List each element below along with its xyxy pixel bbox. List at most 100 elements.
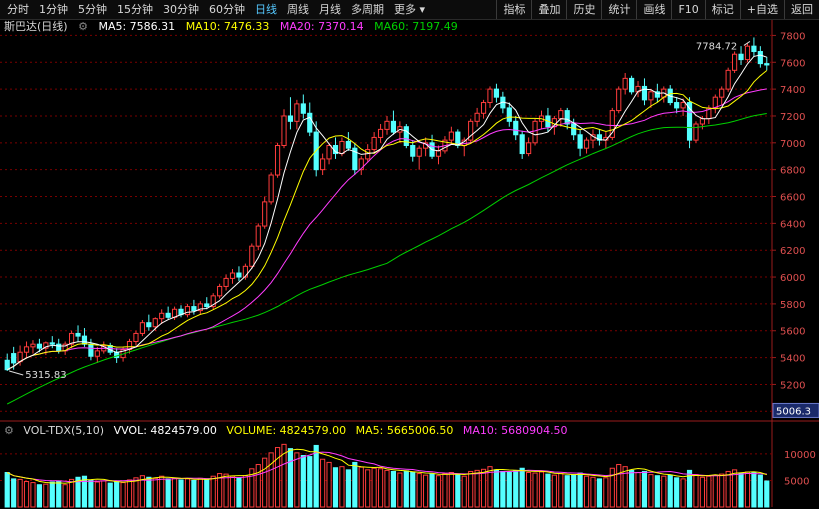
candle-body <box>262 201 268 227</box>
volume-bar <box>49 481 55 508</box>
volume-bar <box>114 481 120 508</box>
candle-body <box>719 88 725 98</box>
volume-bar <box>229 475 236 508</box>
high-marker-label: 7784.72 <box>696 41 737 52</box>
candle-body <box>712 96 718 109</box>
volume-bar <box>410 472 416 508</box>
candle-body <box>493 88 500 98</box>
settings-icon[interactable]: ⚙ <box>4 424 14 437</box>
candle-body <box>403 126 409 146</box>
volume-bar <box>455 474 461 508</box>
candle-body <box>519 134 525 155</box>
candle-body <box>371 136 377 151</box>
volume-bar <box>545 473 551 508</box>
candle-body <box>339 140 345 155</box>
volume-bar <box>468 470 474 508</box>
volume-bar <box>262 457 268 508</box>
volume-bar <box>596 478 603 508</box>
candle-body <box>133 332 139 342</box>
volume-bar <box>693 474 699 508</box>
ma10-line <box>6 70 768 371</box>
candle-body <box>751 45 757 53</box>
volume-bar <box>403 470 409 508</box>
volume-bar <box>255 464 261 508</box>
volume-bar <box>384 469 390 508</box>
candle-body <box>152 318 158 328</box>
volume-bar <box>126 479 133 508</box>
volume-bar <box>43 483 49 508</box>
candle-body <box>558 110 564 120</box>
candle-body <box>23 346 30 353</box>
candle-body <box>217 285 223 297</box>
candle-body <box>11 353 17 364</box>
vol-ma10-label: MA10: 5680904.50 <box>462 424 568 437</box>
volume-bar <box>88 479 94 508</box>
volume-bar <box>287 448 294 508</box>
candle-body <box>229 272 236 279</box>
volume-bar <box>171 477 178 508</box>
volume-bar <box>558 473 564 508</box>
volume-bar <box>423 474 429 508</box>
volume-bar <box>236 477 242 508</box>
candle-body <box>416 147 422 157</box>
volume-bar <box>159 475 165 508</box>
volume-bar <box>178 479 184 508</box>
volume-bar <box>435 475 442 508</box>
volume-bar <box>184 478 191 508</box>
candle-body <box>648 91 654 101</box>
volume-bar <box>648 474 654 508</box>
volume-bar <box>274 447 281 508</box>
volume-bar <box>583 475 590 508</box>
ma5-line <box>6 54 767 371</box>
candle-body <box>307 112 313 133</box>
candle-body <box>474 112 480 122</box>
volume-bar <box>654 475 660 508</box>
price-tick-label: 5200 <box>780 380 805 391</box>
volume-bar <box>744 471 751 508</box>
volume-bar <box>390 470 397 508</box>
ma20-label: MA20: 7370.14 <box>279 20 364 33</box>
price-tick-label: 7200 <box>780 112 805 123</box>
candle-body <box>674 102 680 109</box>
candle-body <box>616 88 622 112</box>
candle-body <box>36 343 42 349</box>
volume-bar <box>629 469 635 508</box>
candle-body <box>49 342 55 345</box>
volume-bar <box>725 470 731 508</box>
volume-bar <box>616 464 622 508</box>
candle-body <box>191 306 197 312</box>
volume-bar <box>519 467 525 508</box>
candle-body <box>4 359 10 371</box>
candle-body <box>629 77 635 93</box>
volume-bar <box>757 474 763 508</box>
current-price-tag-label: 5006.3 <box>776 406 811 417</box>
volume-bar <box>571 474 577 508</box>
candle-body <box>345 140 351 149</box>
volume-bar <box>377 468 384 508</box>
ma60-line <box>6 113 767 405</box>
volume-bar <box>416 473 422 508</box>
volume-bar <box>493 469 500 508</box>
price-tick-label: 5800 <box>780 300 805 311</box>
candle-body <box>622 77 628 90</box>
volume-bar <box>480 468 487 508</box>
vol-ma5-label: MA5: 5665006.50 <box>355 424 454 437</box>
candle-body <box>455 131 461 146</box>
volume-bar <box>442 473 448 508</box>
volume-bar <box>313 444 319 508</box>
candle-body <box>204 303 210 308</box>
low-marker-label: 5315.83 <box>25 370 66 381</box>
candle-body <box>506 107 512 122</box>
candle-body <box>577 134 583 149</box>
high-marker-arrow <box>743 41 751 46</box>
candle-body <box>480 102 487 114</box>
volume-bar <box>719 473 725 508</box>
volume-bar <box>101 480 107 508</box>
ma5-label: MA5: 7586.31 <box>98 20 176 33</box>
settings-icon[interactable]: ⚙ <box>78 20 88 33</box>
candle-body <box>146 322 152 328</box>
volume-bar <box>603 477 609 508</box>
volume-bar <box>429 473 435 508</box>
candle-body <box>693 123 699 141</box>
volume-bar <box>210 475 216 508</box>
